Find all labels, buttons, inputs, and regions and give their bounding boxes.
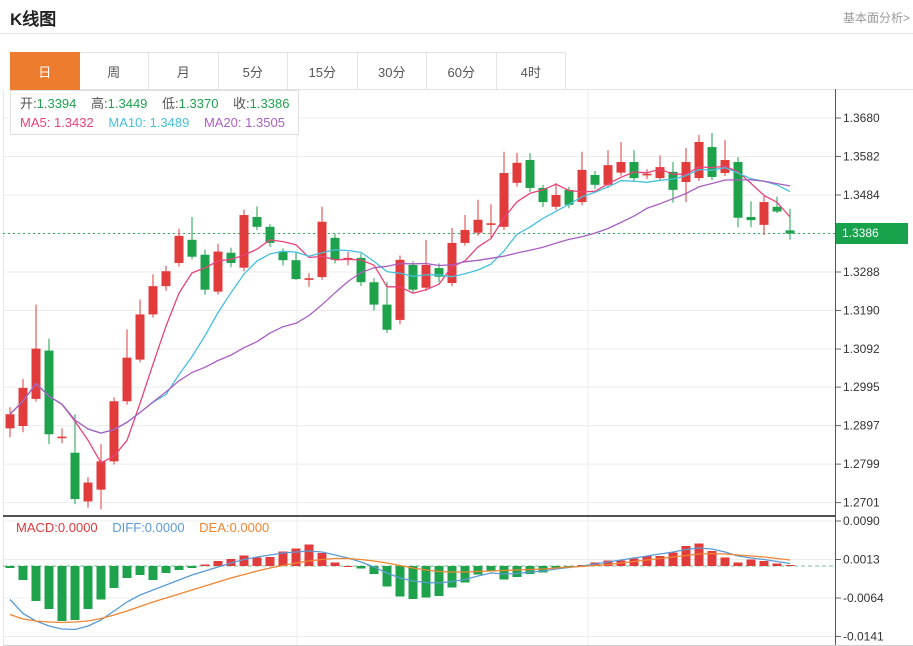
current-price-badge: 1.3386 [836, 223, 908, 244]
open-value: 1.3394 [37, 96, 77, 111]
low-value: 1.3370 [179, 96, 219, 111]
diff-label: DIFF: [112, 520, 145, 535]
svg-text:1.3092: 1.3092 [843, 342, 880, 356]
diff-value: 0.0000 [145, 520, 185, 535]
svg-text:0.0013: 0.0013 [843, 553, 880, 567]
svg-text:1.3190: 1.3190 [843, 303, 880, 317]
svg-text:1.2897: 1.2897 [843, 419, 880, 433]
tab-15min[interactable]: 15分 [288, 52, 358, 90]
ma10-label: MA10: [108, 115, 146, 130]
svg-text:1.3680: 1.3680 [843, 111, 880, 125]
svg-text:1.2995: 1.2995 [843, 380, 880, 394]
macd-label: MACD: [16, 520, 58, 535]
close-value: 1.3386 [250, 96, 290, 111]
low-label: 低: [162, 96, 179, 111]
ma-row: MA5: 1.3432 MA10: 1.3489 MA20: 1.3505 [20, 113, 298, 132]
dea-value: 0.0000 [230, 520, 270, 535]
close-label: 收: [233, 96, 250, 111]
svg-text:1.3484: 1.3484 [843, 188, 880, 202]
open-label: 开: [20, 96, 37, 111]
dea-label: DEA: [199, 520, 229, 535]
ma20-label: MA20: [204, 115, 242, 130]
macd-value: 0.0000 [58, 520, 98, 535]
high-value: 1.3449 [108, 96, 148, 111]
ohlc-row: 开:1.3394 高:1.3449 低:1.3370 收:1.3386 [20, 94, 298, 113]
kline-widget: K线图 基本面分析> 日 周 月 5分 15分 30分 60分 4时 1.368… [0, 0, 913, 646]
ma5-label: MA5: [20, 115, 50, 130]
ma10-value: 1.3489 [150, 115, 190, 130]
ma20-value: 1.3505 [245, 115, 285, 130]
tab-4hour[interactable]: 4时 [497, 52, 567, 90]
macd-legend: MACD:0.0000 DIFF:0.0000 DEA:0.0000 [16, 520, 280, 535]
svg-text:-0.0064: -0.0064 [843, 591, 884, 605]
svg-text:1.2701: 1.2701 [843, 496, 880, 510]
svg-text:1.2799: 1.2799 [843, 457, 880, 471]
tab-month[interactable]: 月 [149, 52, 219, 90]
svg-text:-0.0141: -0.0141 [843, 630, 884, 644]
svg-text:1.3582: 1.3582 [843, 149, 880, 163]
svg-text:0.0090: 0.0090 [843, 514, 880, 528]
ohlc-legend: 开:1.3394 高:1.3449 低:1.3370 收:1.3386 MA5:… [10, 90, 299, 135]
interval-tabs: 日 周 月 5分 15分 30分 60分 4时 [10, 52, 566, 90]
svg-text:1.3288: 1.3288 [843, 265, 880, 279]
tab-5min[interactable]: 5分 [219, 52, 289, 90]
tab-week[interactable]: 周 [80, 52, 150, 90]
high-label: 高: [91, 96, 108, 111]
tab-60min[interactable]: 60分 [427, 52, 497, 90]
ma5-value: 1.3432 [54, 115, 94, 130]
tab-30min[interactable]: 30分 [358, 52, 428, 90]
tab-day[interactable]: 日 [10, 52, 80, 90]
